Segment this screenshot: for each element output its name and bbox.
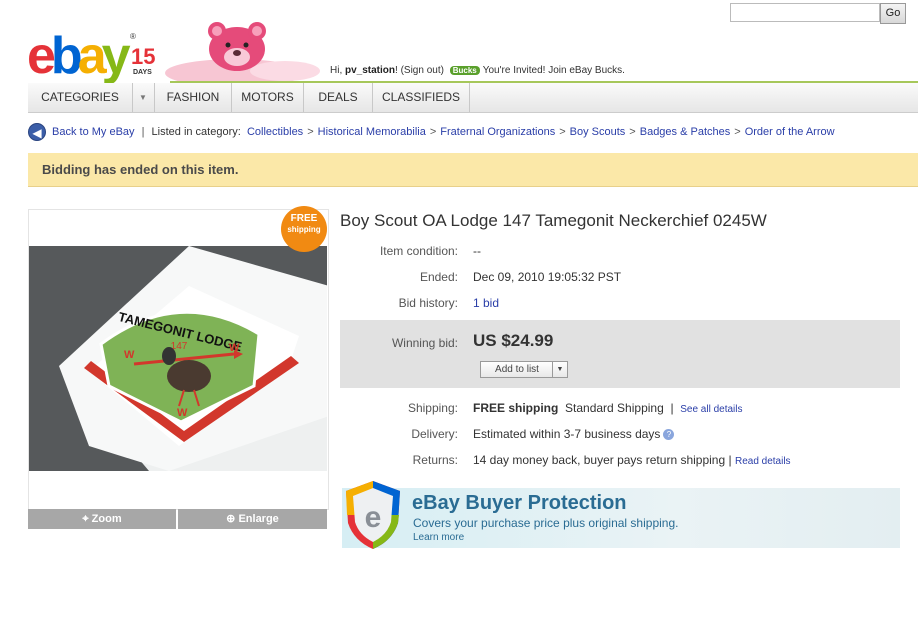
returns-separator: |	[728, 453, 732, 467]
logo-letter-e: e	[27, 27, 56, 85]
bucks-invite-link[interactable]: You're Invited! Join eBay Bucks.	[483, 65, 625, 76]
free-shipping-badge: FREE shipping	[281, 206, 327, 252]
shipping-label: Shipping:	[407, 401, 458, 415]
nav-motors[interactable]: MOTORS	[232, 83, 304, 112]
crumb-boy-scouts[interactable]: Boy Scouts	[570, 126, 626, 138]
breadcrumb-divider: |	[141, 126, 145, 138]
shipping-type: Standard Shipping	[565, 401, 664, 415]
svg-text:W: W	[124, 349, 135, 361]
svg-text:W: W	[177, 407, 188, 419]
winning-bid-label: Winning bid:	[391, 336, 458, 350]
read-details-link[interactable]: Read details	[735, 456, 791, 467]
item-title: Boy Scout OA Lodge 147 Tamegonit Neckerc…	[340, 211, 767, 230]
back-arrow-icon[interactable]: ◀	[28, 123, 46, 141]
bidding-ended-banner: Bidding has ended on this item.	[28, 153, 918, 187]
category-nav: CATEGORIES ▼ FASHION MOTORS DEALS CLASSI…	[28, 83, 918, 113]
nav-deals[interactable]: DEALS	[304, 83, 373, 112]
see-all-details-link[interactable]: See all details	[680, 404, 742, 415]
zoom-button[interactable]: ⌖ Zoom	[28, 509, 176, 529]
enlarge-button[interactable]: ⊕ Enlarge	[178, 509, 327, 529]
logo-letter-a: a	[77, 27, 107, 85]
crumb-chevron: >	[734, 126, 741, 138]
zoom-label: Zoom	[91, 513, 122, 525]
bid-history-label: Bid history:	[398, 296, 458, 310]
free-shipping-line1: FREE	[290, 213, 318, 224]
crumb-chevron: >	[307, 126, 314, 138]
returns-policy: 14 day money back, buyer pays return shi…	[473, 453, 726, 467]
go-button[interactable]: Go	[880, 3, 906, 24]
magnifier-icon: ⊕	[226, 513, 236, 525]
crumb-chevron: >	[559, 126, 566, 138]
logo-letter-b: b	[50, 27, 83, 85]
winning-bid-box	[340, 320, 900, 388]
nav-classifieds[interactable]: CLASSIFIEDS	[373, 83, 470, 112]
categories-dropdown-icon[interactable]: ▼	[132, 83, 155, 112]
username[interactable]: pv_station	[345, 65, 395, 76]
logo-registered-mark: ®	[130, 32, 136, 41]
ended-value: Dec 09, 2010 19:05:32 PST	[473, 270, 622, 284]
listed-in-label: Listed in category:	[151, 126, 241, 138]
crumb-historical-memorabilia[interactable]: Historical Memorabilia	[318, 126, 426, 138]
buyer-protection-title: eBay Buyer Protection	[412, 492, 627, 514]
greeting-prefix: Hi,	[330, 65, 345, 76]
enlarge-label: Enlarge	[238, 513, 279, 525]
bucks-badge-icon: Bucks	[449, 66, 480, 75]
shipping-separator: |	[670, 401, 674, 415]
greeting-suffix: !	[395, 65, 398, 76]
info-icon[interactable]: ?	[663, 429, 675, 440]
svg-text:e: e	[365, 501, 382, 534]
bid-history-value: 1 bid	[473, 296, 499, 310]
free-shipping-line2: shipping	[287, 225, 321, 234]
pink-bear-image	[165, 22, 320, 81]
back-to-my-ebay-link[interactable]: Back to My eBay	[52, 126, 135, 138]
delivery-estimate: Estimated within 3-7 business days	[473, 427, 661, 441]
nav-fashion[interactable]: FASHION	[155, 83, 232, 112]
svg-text:W: W	[229, 342, 240, 354]
delivery-value: Estimated within 3-7 business days?	[473, 427, 675, 441]
add-to-list-button[interactable]: Add to list ▼	[480, 361, 568, 378]
crumb-fraternal-organizations[interactable]: Fraternal Organizations	[440, 126, 555, 138]
logo-letter-y: y	[101, 27, 131, 85]
crumb-badges-patches[interactable]: Badges & Patches	[640, 126, 731, 138]
bidding-ended-message: Bidding has ended on this item.	[42, 162, 239, 177]
returns-label: Returns:	[412, 453, 458, 467]
sign-out-link[interactable]: (Sign out)	[401, 65, 444, 76]
search-input[interactable]	[730, 3, 880, 22]
crosshair-icon: ⌖	[82, 513, 89, 525]
buyer-protection-subtitle: Covers your purchase price plus original…	[413, 516, 679, 530]
crumb-order-of-the-arrow[interactable]: Order of the Arrow	[745, 126, 835, 138]
condition-label: Item condition:	[379, 244, 458, 258]
crumb-chevron: >	[629, 126, 636, 138]
item-photo[interactable]: TAMEGONIT LODGE 147 W W W	[29, 246, 327, 471]
breadcrumb: Back to My eBay | Listed in category: Co…	[52, 126, 835, 138]
nav-categories[interactable]: CATEGORIES	[28, 83, 133, 112]
delivery-label: Delivery:	[411, 427, 458, 441]
add-to-list-dropdown-icon[interactable]: ▼	[552, 362, 567, 377]
user-greeting: Hi, pv_station! (Sign out) Bucks You're I…	[330, 65, 625, 76]
anniversary-days: DAYS	[133, 69, 152, 76]
anniversary-number: 15	[131, 44, 156, 69]
ended-label: Ended:	[419, 270, 458, 284]
add-to-list-label: Add to list	[495, 364, 539, 375]
learn-more-link[interactable]: Learn more	[413, 532, 464, 543]
condition-value: --	[473, 244, 481, 258]
ebay-logo[interactable]: ebay	[27, 27, 131, 85]
crumb-chevron: >	[429, 126, 437, 138]
free-shipping-text: FREE shipping	[473, 401, 559, 415]
crumb-collectibles[interactable]: Collectibles	[247, 126, 303, 138]
bid-history-link[interactable]: 1 bid	[473, 296, 499, 310]
shipping-value: FREE shipping Standard Shipping | See al…	[473, 401, 743, 415]
shield-icon: e	[346, 481, 400, 549]
returns-value: 14 day money back, buyer pays return shi…	[473, 453, 791, 467]
winning-bid-price: US $24.99	[473, 331, 554, 350]
